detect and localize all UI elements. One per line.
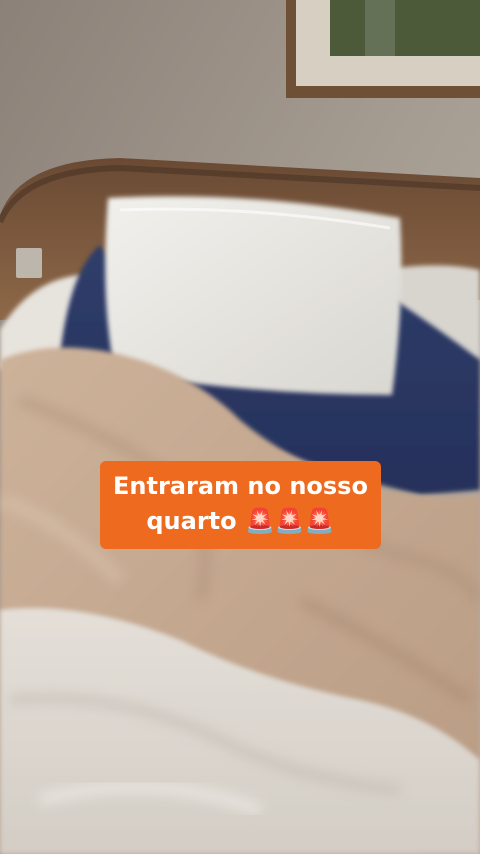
video-frame: Entraram no nosso quarto 🚨🚨🚨 [0,0,480,854]
outlet-plate [16,248,42,278]
bedroom-photo [0,0,480,854]
caption-banner: Entraram no nosso quarto 🚨🚨🚨 [100,461,381,549]
wall-picture-frame [286,0,480,98]
caption-line-2: quarto 🚨🚨🚨 [146,507,335,535]
caption-line-1: Entraram no nosso [113,472,368,500]
